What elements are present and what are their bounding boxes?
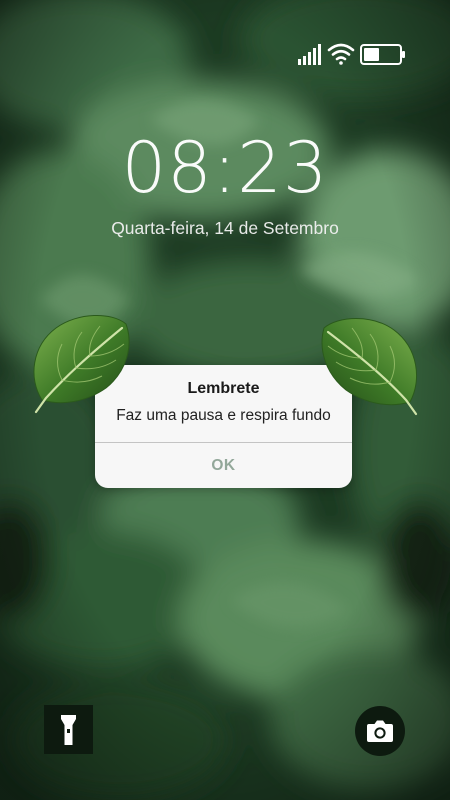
ok-button[interactable]: OK bbox=[95, 443, 352, 488]
lock-date: Quarta-feira, 14 de Setembro bbox=[111, 218, 339, 238]
flashlight-icon bbox=[61, 715, 76, 745]
camera-icon bbox=[367, 720, 393, 742]
signal-icon bbox=[298, 44, 321, 65]
wifi-icon bbox=[327, 43, 355, 65]
battery-icon bbox=[360, 44, 405, 65]
lock-screen: 08:23 Quarta-feira, 14 de Setembro Lembr… bbox=[0, 0, 450, 800]
leaf-decoration-right bbox=[321, 318, 418, 416]
status-bar bbox=[298, 40, 410, 70]
lock-time: 08:23 bbox=[121, 127, 329, 209]
camera-button[interactable] bbox=[355, 706, 405, 756]
flashlight-button[interactable] bbox=[44, 705, 93, 754]
leaf-decoration-left bbox=[33, 314, 130, 414]
